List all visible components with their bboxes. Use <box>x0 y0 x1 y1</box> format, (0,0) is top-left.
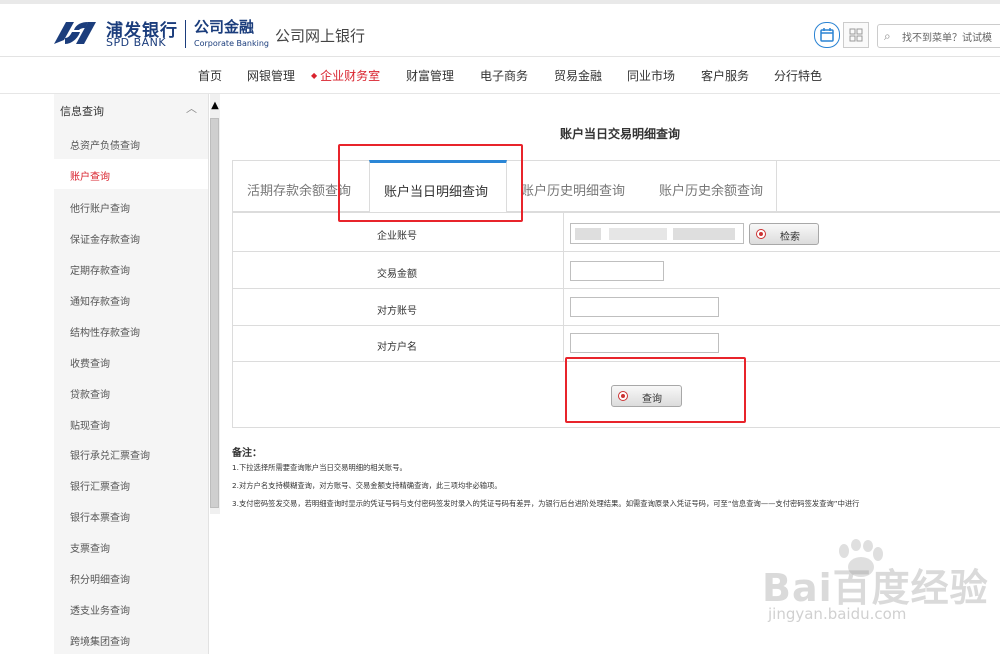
calendar-icon <box>820 28 834 42</box>
calendar-button[interactable] <box>814 22 840 48</box>
nav-customer-service[interactable]: 客户服务 <box>701 67 749 84</box>
baidu-watermark: Bai百度经验 jingyan.baidu.com <box>760 539 1000 635</box>
chevron-up-icon: ︿ <box>186 102 197 115</box>
masked-account-part <box>673 228 735 240</box>
sidebar-item-acceptance-bill[interactable]: 银行承兑汇票查询 <box>54 438 208 468</box>
row-amount: 交易金额 <box>233 252 1000 289</box>
sidebar: 信息查询 ︿ 总资产负债查询 账户查询 他行账户查询 保证金存款查询 定期存款查… <box>54 94 209 654</box>
sidebar-item-fee-query[interactable]: 收费查询 <box>54 346 208 376</box>
page-title: 账户当日交易明细查询 <box>560 127 681 141</box>
counter-account-label: 对方账号 <box>377 306 417 317</box>
sidebar-item-total-assets[interactable]: 总资产负债查询 <box>54 128 208 158</box>
main-nav: 首页 网银管理 ◆ 企业财务室 财富管理 电子商务 贸易金融 同业市场 客户服务 … <box>0 57 1000 94</box>
brand-name-en: SPD BANK <box>106 36 167 49</box>
corporate-label-cn: 公司金融 <box>194 18 255 36</box>
nav-ecommerce[interactable]: 电子商务 <box>480 67 528 84</box>
nav-branch-features[interactable]: 分行特色 <box>774 67 822 84</box>
watermark-url: jingyan.baidu.com <box>768 605 907 623</box>
note-line-2: 2.对方户名支持模糊查询，对方账号、交易金额支持精确查询，此三项均非必输项。 <box>232 481 502 490</box>
sidebar-item-account-query[interactable]: 账户查询 <box>54 159 208 189</box>
button-bullet-icon <box>756 229 766 239</box>
account-select[interactable] <box>570 223 744 244</box>
sidebar-item-other-bank-account[interactable]: 他行账户查询 <box>54 191 208 221</box>
sidebar-group-header[interactable]: 信息查询 ︿ <box>54 94 208 126</box>
column-divider <box>563 252 564 288</box>
counter-account-input[interactable] <box>570 297 719 317</box>
spd-logo-icon <box>54 22 96 44</box>
highlight-box-query-button <box>565 357 746 423</box>
sidebar-item-margin-deposit[interactable]: 保证金存款查询 <box>54 222 208 252</box>
sidebar-item-check-query[interactable]: 支票查询 <box>54 531 208 561</box>
sidebar-item-cashier-check[interactable]: 银行本票查询 <box>54 500 208 530</box>
column-divider <box>563 213 564 251</box>
search-account-button[interactable]: 检索 <box>749 223 819 245</box>
amount-input[interactable] <box>570 261 664 281</box>
nav-finance-office[interactable]: ◆ 企业财务室 <box>311 67 380 84</box>
tab-history-detail[interactable]: 账户历史明细查询 <box>507 161 637 211</box>
logo-divider <box>185 20 186 48</box>
search-icon: ⌕ <box>884 29 891 43</box>
nav-trade-finance[interactable]: 贸易金融 <box>554 67 602 84</box>
masked-account-part <box>575 228 601 240</box>
sidebar-item-time-deposit[interactable]: 定期存款查询 <box>54 253 208 283</box>
watermark-main-text: Bai百度经验 <box>762 566 989 610</box>
sidebar-item-overdraft[interactable]: 透支业务查询 <box>54 593 208 623</box>
sidebar-item-discount-query[interactable]: 贴现查询 <box>54 408 208 438</box>
amount-label: 交易金额 <box>377 269 417 280</box>
nav-interbank[interactable]: 同业市场 <box>627 67 675 84</box>
active-dot-icon: ◆ <box>311 71 318 80</box>
scrollbar-thumb[interactable] <box>210 118 219 508</box>
highlight-box-tab <box>338 144 523 222</box>
notes-title: 备注： <box>232 448 262 459</box>
search-placeholder: 找不到菜单？试试模 <box>902 33 992 44</box>
site-title: 公司网上银行 <box>275 27 366 45</box>
corporate-label-en: Corporate Banking <box>194 39 269 48</box>
sidebar-item-structured-deposit[interactable]: 结构性存款查询 <box>54 315 208 345</box>
masked-account-part <box>609 228 667 240</box>
sidebar-item-bank-draft[interactable]: 银行汇票查询 <box>54 469 208 499</box>
note-line-3: 3.支付密码签发交易，若明细查询时显示的凭证号码与支付密码签发时录入的凭证号码有… <box>232 499 860 508</box>
note-line-1: 1.下拉选择所需要查询账户当日交易明细的相关账号。 <box>232 463 407 472</box>
sidebar-group-label: 信息查询 <box>60 105 104 118</box>
nav-ebank-management[interactable]: 网银管理 <box>247 67 295 84</box>
header: 浦发银行 SPD BANK 公司金融 Corporate Banking 公司网… <box>0 4 1000 57</box>
column-divider <box>563 289 564 325</box>
nav-wealth[interactable]: 财富管理 <box>406 67 454 84</box>
nav-home[interactable]: 首页 <box>198 67 222 84</box>
grid-menu-button[interactable] <box>843 22 869 48</box>
account-label: 企业账号 <box>377 231 417 242</box>
grid-icon <box>849 28 863 42</box>
row-counter-account: 对方账号 <box>233 289 1000 326</box>
menu-search-input[interactable]: ⌕ 找不到菜单？试试模 <box>877 24 1000 48</box>
counter-name-input[interactable] <box>570 333 719 353</box>
sidebar-item-call-deposit[interactable]: 通知存款查询 <box>54 284 208 314</box>
column-divider <box>563 326 564 361</box>
sidebar-item-loan-query[interactable]: 贷款查询 <box>54 377 208 407</box>
counter-name-label: 对方户名 <box>377 342 417 353</box>
sidebar-item-points-detail[interactable]: 积分明细查询 <box>54 562 208 592</box>
tab-history-balance[interactable]: 账户历史余额查询 <box>637 161 777 211</box>
scroll-up-arrow-icon[interactable]: ▲ <box>210 100 220 111</box>
